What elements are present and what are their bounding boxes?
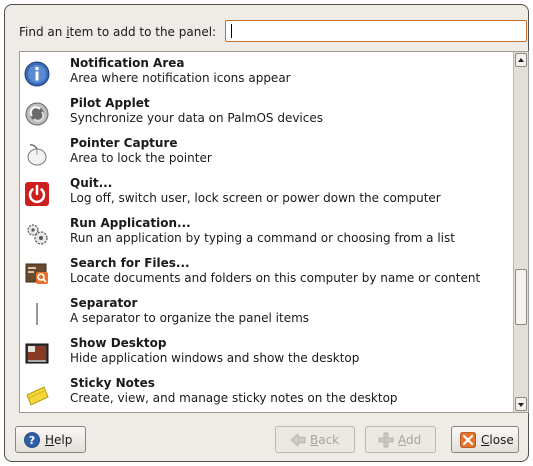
list-item-quit[interactable]: Quit... Log off, switch user, lock scree… xyxy=(20,174,513,214)
item-desc: A separator to organize the panel items xyxy=(70,311,310,325)
desktop-icon xyxy=(25,343,49,364)
item-desc: Create, view, and manage sticky notes on… xyxy=(70,391,398,405)
power-icon xyxy=(25,182,49,206)
add-button[interactable]: Add xyxy=(365,426,436,453)
list-item-separator[interactable]: Separator A separator to organize the pa… xyxy=(20,294,513,334)
scrollbar-thumb[interactable] xyxy=(515,269,527,325)
pilot-sync-icon xyxy=(25,102,49,126)
add-icon xyxy=(378,432,394,448)
info-icon xyxy=(24,61,50,87)
list-item-search-for-files[interactable]: Search for Files... Locate documents and… xyxy=(20,254,513,294)
gears-icon xyxy=(27,224,48,245)
list-item-pointer-capture[interactable]: Pointer Capture Area to lock the pointer xyxy=(20,134,513,174)
panel-items-list[interactable]: Notification Area Area where notificatio… xyxy=(19,51,529,413)
scroll-up-button[interactable] xyxy=(515,53,527,67)
list-item-pilot-applet[interactable]: Pilot Applet Synchronize your data on Pa… xyxy=(20,94,513,134)
list-item-show-desktop[interactable]: Show Desktop Hide application windows an… xyxy=(20,334,513,374)
item-desc: Log off, switch user, lock screen or pow… xyxy=(70,191,441,205)
search-label: Find an item to add to the panel: xyxy=(19,25,217,39)
help-icon: ? xyxy=(24,432,40,448)
list-item-notification-area[interactable]: Notification Area Area where notificatio… xyxy=(20,54,513,94)
item-name: Sticky Notes xyxy=(70,376,155,390)
item-desc: Synchronize your data on PalmOS devices xyxy=(70,111,323,125)
item-name: Show Desktop xyxy=(70,336,167,350)
item-name: Search for Files... xyxy=(70,256,190,270)
text-caret xyxy=(231,24,232,38)
close-button[interactable]: Close xyxy=(451,426,519,453)
back-arrow-icon xyxy=(290,433,306,447)
item-name: Pilot Applet xyxy=(70,96,150,110)
item-name: Run Application... xyxy=(70,216,191,230)
mouse-icon xyxy=(27,144,47,166)
item-desc: Run an application by typing a command o… xyxy=(70,231,455,245)
item-name: Notification Area xyxy=(70,56,185,70)
items-viewport: Notification Area Area where notificatio… xyxy=(20,52,513,412)
chevron-up-icon xyxy=(518,58,524,62)
search-files-icon xyxy=(25,263,48,284)
item-name: Quit... xyxy=(70,176,113,190)
scroll-down-button[interactable] xyxy=(515,397,527,411)
separator-icon xyxy=(36,303,38,325)
item-desc: Area to lock the pointer xyxy=(70,151,212,165)
svg-text:?: ? xyxy=(29,434,35,447)
vertical-scrollbar[interactable] xyxy=(513,52,528,412)
search-input[interactable] xyxy=(225,20,527,42)
item-desc: Hide application windows and show the de… xyxy=(70,351,360,365)
item-name: Pointer Capture xyxy=(70,136,178,150)
back-button[interactable]: Back xyxy=(275,426,355,453)
help-button[interactable]: ? Help xyxy=(15,426,86,453)
item-desc: Locate documents and folders on this com… xyxy=(70,271,481,285)
add-to-panel-dialog: Find an item to add to the panel: Notifi… xyxy=(4,4,529,462)
item-name: Separator xyxy=(70,296,138,310)
chevron-down-icon xyxy=(518,403,524,407)
list-item-run-application[interactable]: Run Application... Run an application by… xyxy=(20,214,513,254)
item-desc: Area where notification icons appear xyxy=(70,71,291,85)
close-icon xyxy=(460,432,476,448)
sticky-notes-icon xyxy=(26,386,49,406)
list-item-sticky-notes[interactable]: Sticky Notes Create, view, and manage st… xyxy=(20,374,513,412)
